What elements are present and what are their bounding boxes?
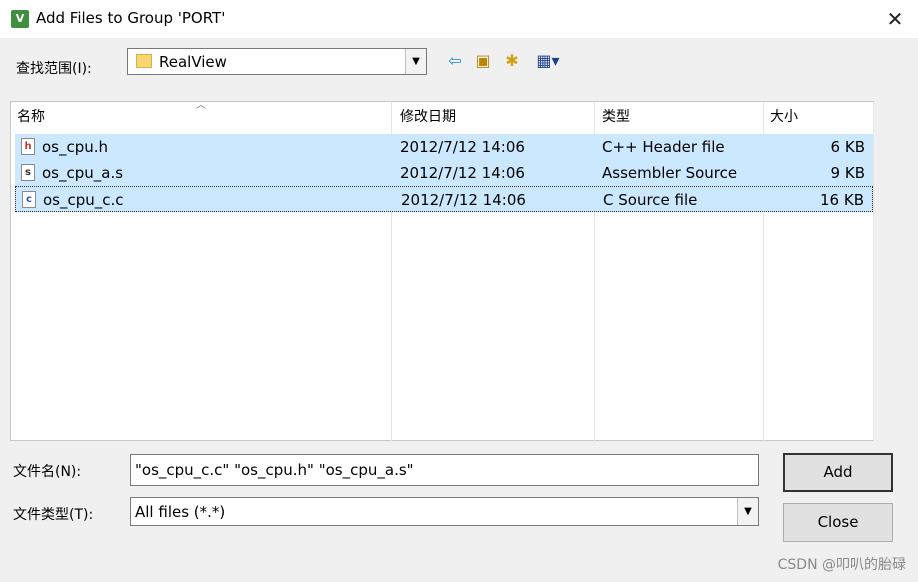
new-folder-icon[interactable]: ✱ bbox=[500, 50, 524, 72]
folder-icon bbox=[136, 54, 152, 68]
file-row[interactable]: h os_cpu.h 2012/7/12 14:06 C++ Header fi… bbox=[15, 134, 873, 160]
sort-ascending-icon: ︿ bbox=[196, 100, 206, 111]
file-date: 2012/7/12 14:06 bbox=[400, 164, 525, 182]
file-type: C++ Header file bbox=[602, 138, 725, 156]
c-source-file-icon: c bbox=[22, 191, 36, 208]
column-header-date[interactable]: 修改日期 bbox=[400, 102, 456, 133]
file-size: 9 KB bbox=[830, 164, 865, 182]
column-header-size[interactable]: 大小 bbox=[770, 102, 798, 133]
close-window-button[interactable]: ✕ bbox=[872, 0, 918, 38]
look-in-value: RealView bbox=[159, 53, 227, 71]
chevron-down-icon[interactable]: ▼ bbox=[405, 49, 426, 74]
view-menu-icon[interactable]: ▦▾ bbox=[530, 50, 566, 72]
file-type-value: All files (*.*) bbox=[135, 503, 226, 521]
file-name: os_cpu.h bbox=[42, 138, 109, 156]
column-divider bbox=[873, 102, 874, 442]
file-size: 6 KB bbox=[830, 138, 865, 156]
file-type: C Source file bbox=[603, 191, 698, 209]
window-title: Add Files to Group 'PORT' bbox=[36, 9, 226, 27]
file-name-input[interactable] bbox=[130, 454, 759, 486]
back-arrow-icon[interactable]: ⇦ bbox=[444, 50, 466, 72]
file-row[interactable]: c os_cpu_c.c 2012/7/12 14:06 C Source fi… bbox=[15, 186, 873, 212]
file-date: 2012/7/12 14:06 bbox=[400, 138, 525, 156]
file-row[interactable]: s os_cpu_a.s 2012/7/12 14:06 Assembler S… bbox=[15, 160, 873, 186]
assembler-file-icon: s bbox=[21, 164, 35, 181]
file-name-label: 文件名(N): bbox=[13, 464, 82, 480]
app-icon: V bbox=[11, 10, 29, 28]
look-in-label: 查找范围(I): bbox=[16, 61, 92, 77]
column-header-type[interactable]: 类型 bbox=[602, 102, 630, 133]
file-type: Assembler Source bbox=[602, 164, 738, 182]
file-name: os_cpu_c.c bbox=[43, 191, 124, 209]
header-file-icon: h bbox=[21, 138, 35, 155]
file-list[interactable]: 名称 ︿ 修改日期 类型 大小 h os_cpu.h 2012/7/12 14:… bbox=[10, 100, 874, 442]
chevron-down-icon[interactable]: ▼ bbox=[737, 498, 758, 525]
column-header-name[interactable]: 名称 bbox=[17, 102, 45, 133]
file-date: 2012/7/12 14:06 bbox=[401, 191, 526, 209]
add-button[interactable]: Add bbox=[783, 453, 893, 492]
file-type-label: 文件类型(T): bbox=[13, 507, 94, 523]
file-size: 16 KB bbox=[820, 191, 864, 209]
title-bar: V Add Files to Group 'PORT' ✕ bbox=[0, 0, 918, 38]
up-folder-icon[interactable]: ▣ bbox=[472, 50, 494, 72]
close-button[interactable]: Close bbox=[783, 503, 893, 542]
file-name: os_cpu_a.s bbox=[42, 164, 124, 182]
file-type-dropdown[interactable]: All files (*.*) ▼ bbox=[130, 497, 759, 526]
watermark: CSDN @叩叭的胎碌 bbox=[777, 557, 906, 573]
look-in-dropdown[interactable]: RealView ▼ bbox=[127, 48, 427, 75]
